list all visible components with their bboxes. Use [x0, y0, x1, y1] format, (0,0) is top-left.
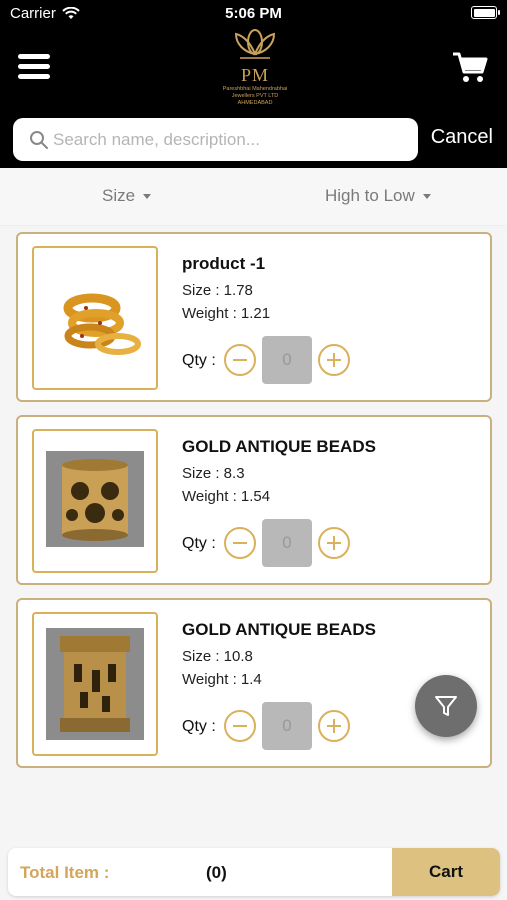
status-bar: Carrier 5:06 PM: [0, 0, 507, 28]
size-filter-label: Size: [102, 186, 136, 205]
logo-subtitle: Pareshbhai Mahendrabhai Jewellers PVT LT…: [205, 86, 305, 107]
total-items-count: (0): [206, 863, 227, 882]
cancel-button[interactable]: Cancel: [431, 126, 493, 149]
product-name: GOLD ANTIQUE BEADS: [182, 620, 376, 639]
caret-down-icon: [143, 193, 152, 199]
product-size: Size : 8.3: [182, 465, 245, 482]
total-items-label: Total Item :: [20, 863, 110, 882]
qty-value[interactable]: 0: [262, 336, 312, 384]
qty-value[interactable]: 0: [262, 702, 312, 750]
increment-button[interactable]: [318, 527, 350, 559]
increment-button[interactable]: [318, 344, 350, 376]
search-input[interactable]: [53, 118, 408, 161]
app-header: Carrier 5:06 PM PM Pareshbhai Mahendrabh…: [0, 0, 507, 168]
status-time: 5:06 PM: [225, 5, 282, 22]
battery-icon: [471, 6, 500, 19]
qty-label: Qty :: [182, 718, 216, 735]
filter-funnel-icon: [435, 696, 457, 716]
product-card[interactable]: product -1 Size : 1.78 Weight : 1.21 Qty…: [16, 232, 492, 402]
product-card[interactable]: GOLD ANTIQUE BEADS Size : 8.3 Weight : 1…: [16, 415, 492, 585]
bead-icon: [46, 628, 144, 740]
brand-logo: PM Pareshbhai Mahendrabhai Jewellers PVT…: [205, 28, 305, 107]
product-image: [32, 429, 158, 573]
product-weight: Weight : 1.21: [182, 305, 271, 322]
search-icon: [30, 131, 48, 149]
bead-icon: [46, 451, 144, 547]
product-image: [32, 246, 158, 390]
lotus-icon: [234, 29, 276, 59]
decrement-button[interactable]: [224, 710, 256, 742]
cart-button[interactable]: Cart: [392, 848, 500, 896]
sort-dropdown[interactable]: High to Low: [325, 186, 431, 206]
product-size: Size : 10.8: [182, 648, 253, 665]
logo-subtitle-line: Pareshbhai Mahendrabhai: [222, 86, 288, 92]
decrement-button[interactable]: [224, 527, 256, 559]
product-list: product -1 Size : 1.78 Weight : 1.21 Qty…: [0, 226, 507, 844]
sort-label: High to Low: [325, 186, 415, 205]
product-card[interactable]: GOLD ANTIQUE BEADS Size : 10.8 Weight : …: [16, 598, 492, 768]
cart-summary-bar: Total Item : (0) Cart: [8, 848, 500, 896]
qty-label: Qty :: [182, 352, 216, 369]
product-name: product -1: [182, 254, 266, 273]
menu-button[interactable]: [18, 54, 50, 80]
qty-label: Qty :: [182, 535, 216, 552]
search-field[interactable]: [13, 118, 418, 161]
logo-subtitle-line: Jewellers PVT LTD: [231, 93, 279, 99]
increment-button[interactable]: [318, 710, 350, 742]
bottom-area: Total Item : (0) Cart: [0, 844, 507, 900]
cart-icon-button[interactable]: [451, 48, 489, 86]
logo-subtitle-line: AHMEDABAD: [237, 100, 273, 106]
size-filter-dropdown[interactable]: Size: [102, 186, 152, 206]
decrement-button[interactable]: [224, 344, 256, 376]
caret-down-icon: [422, 193, 431, 199]
shopping-cart-icon: [453, 52, 488, 82]
product-weight: Weight : 1.4: [182, 671, 262, 688]
product-weight: Weight : 1.54: [182, 488, 271, 505]
product-size: Size : 1.78: [182, 282, 253, 299]
logo-text: PM: [240, 65, 269, 85]
product-image: [32, 612, 158, 756]
filter-fab-button[interactable]: [415, 675, 477, 737]
filter-bar: Size High to Low: [0, 168, 507, 226]
bangles-icon: [63, 293, 141, 355]
product-name: GOLD ANTIQUE BEADS: [182, 437, 376, 456]
qty-value[interactable]: 0: [262, 519, 312, 567]
